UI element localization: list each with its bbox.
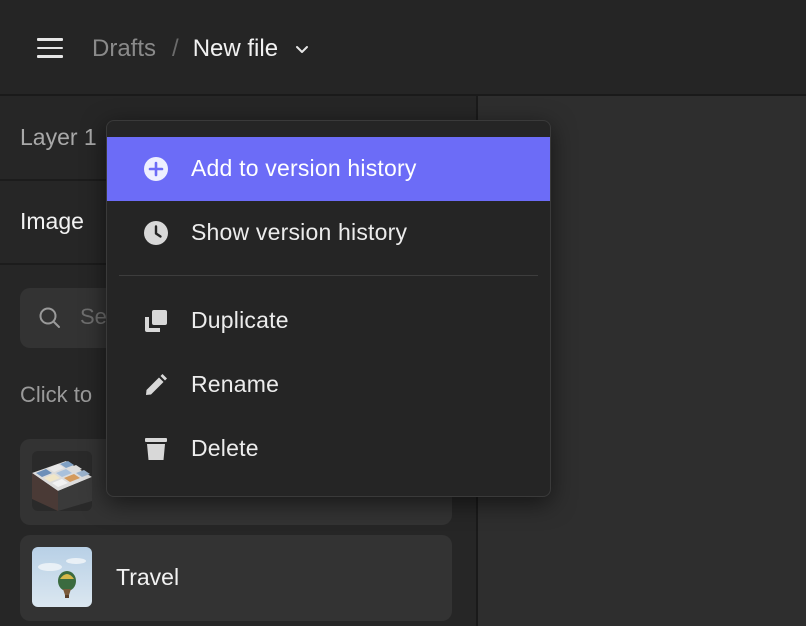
- plus-circle-icon: [144, 157, 168, 181]
- search-icon: [39, 307, 60, 328]
- menu-item-label: Add to version history: [191, 155, 417, 181]
- search-placeholder: Se: [80, 304, 107, 329]
- menu-item-label: Show version history: [191, 219, 408, 245]
- menu-item-show-version-history[interactable]: Show version history: [107, 201, 550, 265]
- trash-icon: [145, 438, 167, 460]
- menu-item-label: Rename: [191, 371, 280, 397]
- cube-thumbnail: [32, 451, 92, 511]
- pencil-icon: [146, 374, 167, 395]
- chevron-down-icon[interactable]: [294, 41, 310, 57]
- top-bar: Drafts / New file: [0, 0, 806, 96]
- balloon-thumbnail: [32, 547, 92, 607]
- menu-item-label: Duplicate: [191, 307, 289, 333]
- layer-label: Layer 1: [20, 124, 97, 150]
- hamburger-icon[interactable]: [37, 38, 63, 60]
- breadcrumb: Drafts / New file: [92, 33, 310, 65]
- breadcrumb-separator: /: [172, 35, 179, 62]
- menu-item-rename[interactable]: Rename: [107, 353, 550, 417]
- file-name[interactable]: New file: [193, 35, 278, 63]
- hint-text: Click to: [20, 382, 93, 407]
- image-card[interactable]: Travel: [20, 535, 452, 621]
- clock-icon: [144, 221, 168, 245]
- duplicate-icon: [145, 310, 167, 332]
- image-card-label: Travel: [116, 564, 180, 590]
- image-label: Image: [20, 208, 84, 234]
- menu-item-delete[interactable]: Delete: [107, 417, 550, 481]
- breadcrumb-drafts[interactable]: Drafts: [92, 35, 156, 63]
- menu-item-add-to-version-history[interactable]: Add to version history: [107, 137, 550, 201]
- menu-divider: [119, 275, 538, 276]
- menu-item-label: Delete: [191, 435, 259, 461]
- context-menu: Add to version history Show version hist…: [106, 120, 551, 497]
- menu-item-duplicate[interactable]: Duplicate: [107, 289, 550, 353]
